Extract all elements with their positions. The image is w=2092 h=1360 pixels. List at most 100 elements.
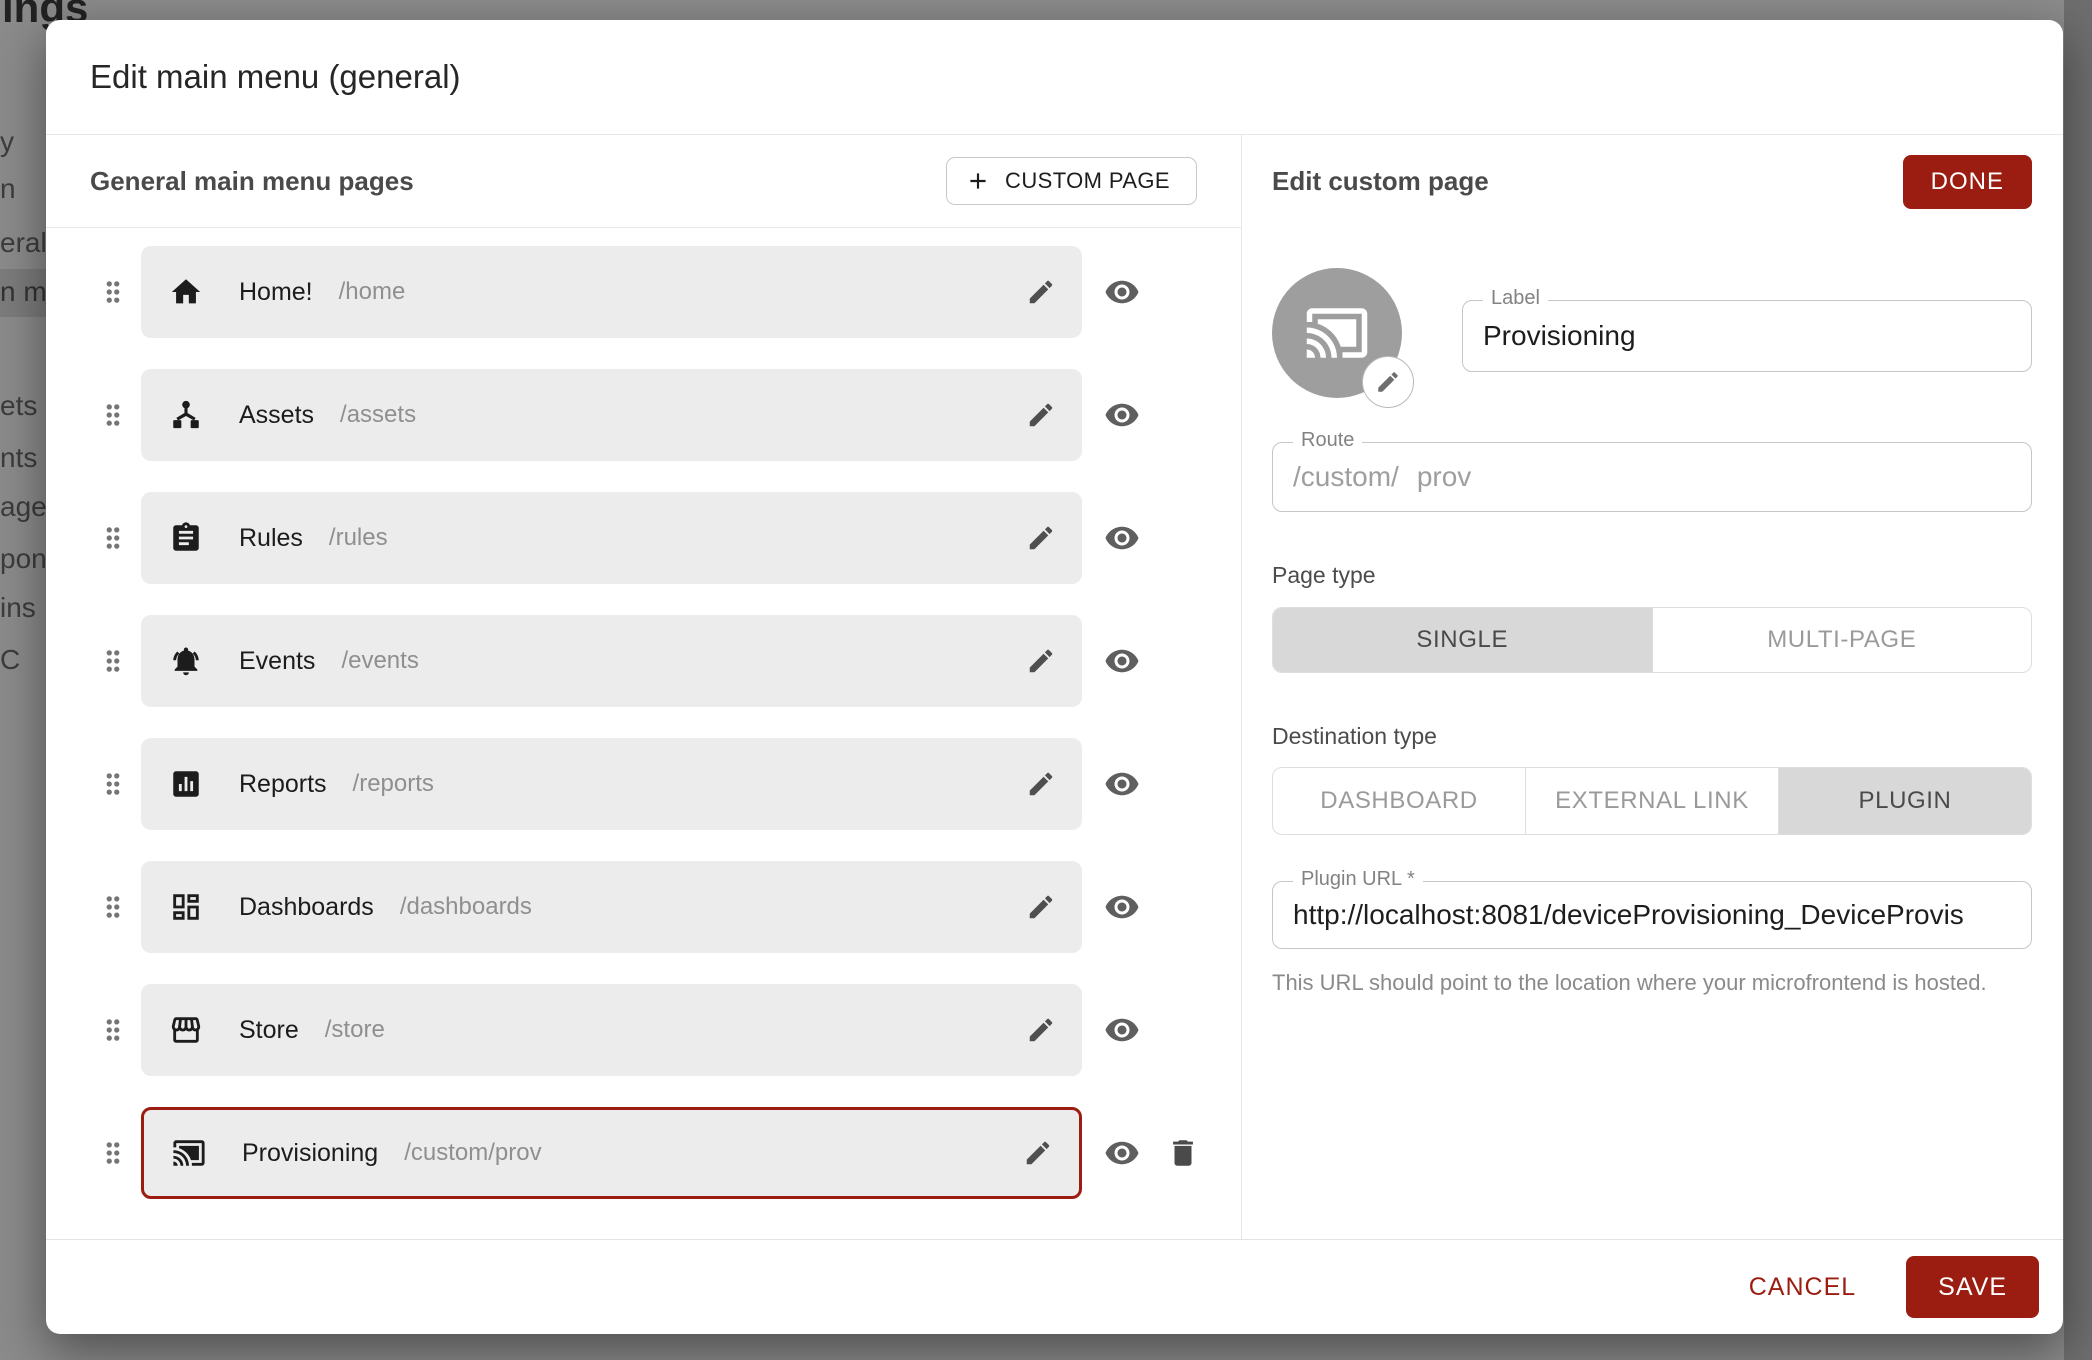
dialog-footer: CANCEL SAVE <box>46 1239 2063 1334</box>
edit-pencil-icon[interactable] <box>1026 400 1056 430</box>
background-nav-fragment: pon <box>0 543 47 575</box>
add-custom-page-button-label: CUSTOM PAGE <box>1005 168 1170 194</box>
rules-icon <box>169 521 203 555</box>
menu-item-label: Reports <box>239 770 327 799</box>
cast-icon <box>1304 300 1370 366</box>
drag-handle-icon[interactable] <box>98 273 128 311</box>
edit-pencil-icon[interactable] <box>1026 523 1056 553</box>
destination-type-label: Destination type <box>1272 723 2032 750</box>
visibility-eye-icon[interactable] <box>1104 397 1140 433</box>
label-input[interactable] <box>1463 320 2031 352</box>
page-type-option-single[interactable]: SINGLE <box>1273 608 1652 672</box>
menu-item-route: /events <box>341 647 418 675</box>
plugin-url-input[interactable] <box>1273 899 2031 931</box>
edit-pencil-icon[interactable] <box>1026 277 1056 307</box>
menu-row-assets: Assets /assets <box>98 369 1241 461</box>
page-type-toggle: SINGLE MULTI-PAGE <box>1272 607 2032 673</box>
label-field-label: Label <box>1483 287 1548 310</box>
destination-option-plugin[interactable]: PLUGIN <box>1778 768 2031 834</box>
drag-handle-icon[interactable] <box>98 888 128 926</box>
menu-item-label: Rules <box>239 524 303 553</box>
background-nav-fragment: n <box>0 173 16 205</box>
drag-handle-icon[interactable] <box>98 1134 128 1172</box>
menu-row-dashboards: Dashboards /dashboards <box>98 861 1241 953</box>
plus-icon <box>965 168 991 194</box>
plugin-url-field-label: Plugin URL * <box>1293 868 1423 891</box>
page-type-option-multi-page[interactable]: MULTI-PAGE <box>1652 608 2032 672</box>
screen: ings y n eral n me ets nts age pon ins C… <box>0 0 2092 1360</box>
menu-card-store[interactable]: Store /store <box>141 984 1082 1076</box>
visibility-eye-icon[interactable] <box>1104 274 1140 310</box>
menu-item-label: Store <box>239 1016 299 1045</box>
menu-row-home: Home! /home <box>98 246 1241 338</box>
destination-option-dashboard[interactable]: DASHBOARD <box>1273 768 1525 834</box>
done-button[interactable]: DONE <box>1903 155 2032 209</box>
menu-item-route: /reports <box>353 770 434 798</box>
visibility-eye-icon[interactable] <box>1104 520 1140 556</box>
menu-row-events: Events /events <box>98 615 1241 707</box>
home-icon <box>169 275 203 309</box>
menu-card-dashboards[interactable]: Dashboards /dashboards <box>141 861 1082 953</box>
menu-card-reports[interactable]: Reports /reports <box>141 738 1082 830</box>
edit-custom-page-title: Edit custom page <box>1272 166 1489 197</box>
destination-type-toggle: DASHBOARD EXTERNAL LINK PLUGIN <box>1272 767 2032 835</box>
plugin-url-hint: This URL should point to the location wh… <box>1272 965 1992 1000</box>
edit-pencil-icon[interactable] <box>1026 769 1056 799</box>
menu-item-label: Assets <box>239 401 314 430</box>
label-field: Label <box>1462 300 2032 372</box>
edit-pencil-icon[interactable] <box>1026 892 1056 922</box>
route-prefix: /custom/ <box>1293 461 1399 493</box>
visibility-eye-icon[interactable] <box>1104 643 1140 679</box>
dashboards-icon <box>169 890 203 924</box>
page-icon-avatar <box>1272 268 1402 398</box>
delete-trash-icon[interactable] <box>1166 1136 1200 1170</box>
visibility-eye-icon[interactable] <box>1104 1135 1140 1171</box>
background-nav-fragment: ets <box>0 390 37 422</box>
store-icon <box>169 1013 203 1047</box>
page-type-label: Page type <box>1272 562 2032 589</box>
background-nav-fragment: ins <box>0 592 36 624</box>
menu-item-label: Home! <box>239 278 313 307</box>
menu-card-events[interactable]: Events /events <box>141 615 1082 707</box>
background-right-strip <box>2064 0 2092 1360</box>
edit-pencil-icon[interactable] <box>1023 1138 1053 1168</box>
menu-pages-panel-title: General main menu pages <box>90 166 414 197</box>
edit-avatar-button[interactable] <box>1362 356 1414 408</box>
edit-pencil-icon[interactable] <box>1026 646 1056 676</box>
edit-pencil-icon <box>1375 369 1401 395</box>
cancel-button[interactable]: CANCEL <box>1743 1272 1862 1303</box>
cast-icon <box>172 1136 206 1170</box>
save-button[interactable]: SAVE <box>1906 1256 2039 1318</box>
menu-item-route: /custom/prov <box>404 1139 541 1167</box>
drag-handle-icon[interactable] <box>98 765 128 803</box>
menu-pages-panel: General main menu pages CUSTOM PAGE Home… <box>46 135 1242 1239</box>
background-nav-fragment: C <box>0 644 20 676</box>
destination-option-external-link[interactable]: EXTERNAL LINK <box>1525 768 1778 834</box>
menu-item-route: /dashboards <box>400 893 532 921</box>
add-custom-page-button[interactable]: CUSTOM PAGE <box>946 157 1197 205</box>
assets-icon <box>169 398 203 432</box>
menu-item-route: /home <box>339 278 406 306</box>
edit-pencil-icon[interactable] <box>1026 1015 1056 1045</box>
menu-card-home[interactable]: Home! /home <box>141 246 1082 338</box>
edit-custom-page-panel: Edit custom page DONE <box>1242 135 2063 1239</box>
menu-card-assets[interactable]: Assets /assets <box>141 369 1082 461</box>
menu-row-reports: Reports /reports <box>98 738 1241 830</box>
route-field: Route /custom/ prov <box>1272 442 2032 512</box>
drag-handle-icon[interactable] <box>98 642 128 680</box>
drag-handle-icon[interactable] <box>98 519 128 557</box>
visibility-eye-icon[interactable] <box>1104 889 1140 925</box>
menu-card-provisioning-selected[interactable]: Provisioning /custom/prov <box>141 1107 1082 1199</box>
edit-main-menu-dialog: Edit main menu (general) General main me… <box>46 20 2063 1334</box>
visibility-eye-icon[interactable] <box>1104 1012 1140 1048</box>
route-input[interactable]: /custom/ prov <box>1273 461 1491 493</box>
menu-item-label: Provisioning <box>242 1139 378 1168</box>
drag-handle-icon[interactable] <box>98 396 128 434</box>
drag-handle-icon[interactable] <box>98 1011 128 1049</box>
menu-card-rules[interactable]: Rules /rules <box>141 492 1082 584</box>
route-value: prov <box>1417 461 1471 493</box>
menu-item-route: /assets <box>340 401 416 429</box>
visibility-eye-icon[interactable] <box>1104 766 1140 802</box>
background-nav-fragment: y <box>0 126 14 158</box>
dialog-title: Edit main menu (general) <box>46 20 2063 135</box>
